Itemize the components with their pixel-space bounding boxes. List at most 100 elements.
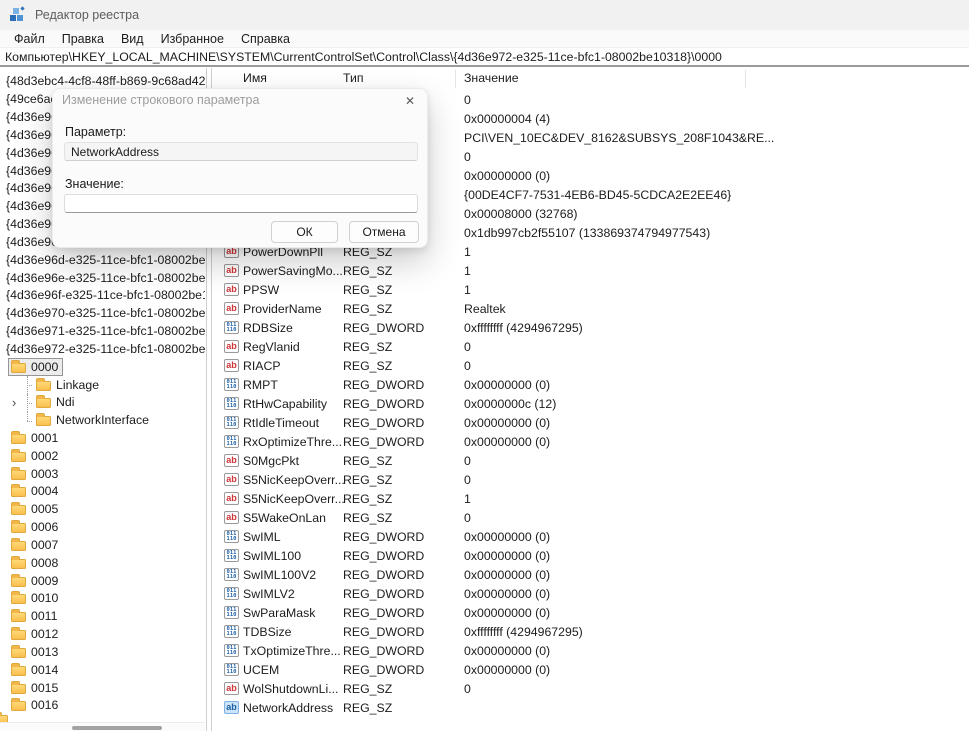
value-data: 0x00000004 (4) [464,110,550,129]
registry-value-row[interactable]: PPSWREG_SZ1 [212,281,969,300]
reg-dword-icon [224,530,239,543]
registry-value-row[interactable]: S0MgcPktREG_SZ0 [212,452,969,471]
tree-item-4d36e96ee32511[interactable]: {4d36e96e-e325-11ce-bfc1-08002be1 [0,269,205,287]
tree-item-0002[interactable]: 0002 [0,447,205,465]
tree-item-label: {4d36e971-e325-11ce-bfc1-08002be1 [6,324,205,338]
menu-item-1[interactable]: Правка [62,32,104,46]
menu-item-0[interactable]: Файл [14,32,45,46]
tree-item-4d36e96de32511[interactable]: {4d36e96d-e325-11ce-bfc1-08002be1 [0,251,205,269]
tree-horizontal-scrollbar[interactable] [0,722,205,731]
close-icon[interactable] [401,92,419,110]
tree-item-inner: 0006 [8,519,63,537]
value-data: 0 [464,471,471,490]
column-header-value[interactable]: Значение [464,71,519,85]
value-data: 0 [464,357,471,376]
tree-item-label: NetworkInterface [56,413,149,427]
registry-value-row[interactable]: PowerSavingMo...REG_SZ1 [212,262,969,281]
tree-item-Linkage[interactable]: Linkage [0,376,205,394]
registry-value-row[interactable]: S5WakeOnLanREG_SZ0 [212,509,969,528]
value-type: REG_SZ [343,490,392,509]
tree-item-0007[interactable]: 0007 [0,537,205,555]
value-name: UCEM [243,661,279,680]
tree-item-0008[interactable]: 0008 [0,554,205,572]
tree-item-label: 0009 [31,574,58,588]
registry-editor-icon [9,7,25,23]
registry-value-row[interactable]: SwParaMaskREG_DWORD0x00000000 (0) [212,604,969,623]
tree-item-4d36e970e32511[interactable]: {4d36e970-e325-11ce-bfc1-08002be1 [0,305,205,323]
registry-value-row[interactable]: RMPTREG_DWORD0x00000000 (0) [212,376,969,395]
folder-icon [36,416,51,426]
registry-value-row[interactable]: RtHwCapabilityREG_DWORD0x0000000c (12) [212,395,969,414]
registry-value-row[interactable]: S5NicKeepOverr...REG_SZ0 [212,471,969,490]
registry-value-row[interactable]: WolShutdownLi...REG_SZ0 [212,680,969,699]
value-type: REG_SZ [343,680,392,699]
address-bar[interactable]: Компьютер\HKEY_LOCAL_MACHINE\SYSTEM\Curr… [0,49,969,65]
tree-item-0004[interactable]: 0004 [0,483,205,501]
column-separator[interactable] [745,70,746,88]
registry-value-row[interactable]: RtIdleTimeoutREG_DWORD0x00000000 (0) [212,414,969,433]
column-header-name[interactable]: Имя [243,71,267,85]
reg-dword-icon [224,435,239,448]
registry-value-row[interactable]: SwIMLV2REG_DWORD0x00000000 (0) [212,585,969,604]
registry-value-row[interactable]: SwIML100V2REG_DWORD0x00000000 (0) [212,566,969,585]
tree-item-4d36e96fe32511[interactable]: {4d36e96f-e325-11ce-bfc1-08002be10 [0,287,205,305]
tree-item-label: {4d36e96d-e325-11ce-bfc1-08002be1 [6,253,205,267]
registry-value-row[interactable]: S5NicKeepOverr...REG_SZ1 [212,490,969,509]
horizontal-scrollbar-thumb[interactable] [72,726,162,730]
tree-item-0011[interactable]: 0011 [0,608,205,626]
value-data: 1 [464,262,471,281]
ok-button[interactable]: ОК [271,221,338,243]
chevron-right-icon[interactable]: › [12,394,16,412]
tree-item-0016[interactable]: 0016 [0,697,205,715]
tree-item-0005[interactable]: 0005 [0,501,205,519]
folder-icon [11,523,26,533]
registry-value-row[interactable]: RegVlanidREG_SZ0 [212,338,969,357]
registry-value-row[interactable]: RxOptimizeThre...REG_DWORD0x00000000 (0) [212,433,969,452]
tree-item-label: 0006 [31,520,58,534]
registry-value-row[interactable]: SwIML100REG_DWORD0x00000000 (0) [212,547,969,566]
tree-item-0013[interactable]: 0013 [0,644,205,662]
column-separator[interactable] [455,70,456,88]
tree-item-Ndi[interactable]: ›Ndi [0,394,205,412]
tree-item-inner: 0008 [8,554,63,572]
menu-item-4[interactable]: Справка [241,32,290,46]
tree-item-4d36e971e32511[interactable]: {4d36e971-e325-11ce-bfc1-08002be1 [0,323,205,341]
registry-value-row[interactable]: TDBSizeREG_DWORD0xffffffff (4294967295) [212,623,969,642]
tree-item-0010[interactable]: 0010 [0,590,205,608]
tree-item-NetworkInterfa[interactable]: NetworkInterface [0,412,205,430]
registry-value-row[interactable]: NetworkAddressREG_SZ [212,699,969,718]
tree-item-4d36e972e32511[interactable]: {4d36e972-e325-11ce-bfc1-08002be1 [0,340,205,358]
value-data: 0x00000000 (0) [464,642,550,661]
cancel-button[interactable]: Отмена [349,221,419,243]
tree-item-0014[interactable]: 0014 [0,661,205,679]
tree-item-0003[interactable]: 0003 [0,465,205,483]
param-name-field[interactable] [64,142,418,161]
registry-value-row[interactable]: UCEMREG_DWORD0x00000000 (0) [212,661,969,680]
tree-item-0000[interactable]: 0000 [0,358,205,376]
value-name: PowerSavingMo... [243,262,343,281]
tree-item-label: 0003 [31,467,58,481]
tree-item-0001[interactable]: 0001 [0,430,205,448]
value-type: REG_SZ [343,300,392,319]
tree-item-0012[interactable]: 0012 [0,626,205,644]
value-name: TxOptimizeThre... [243,642,341,661]
tree-item-0009[interactable]: 0009 [0,572,205,590]
tree-item-label: 0004 [31,484,58,498]
tree-item-0015[interactable]: 0015 [0,679,205,697]
registry-value-row[interactable]: RDBSizeREG_DWORD0xffffffff (4294967295) [212,319,969,338]
tree-item-0006[interactable]: 0006 [0,519,205,537]
registry-value-row[interactable]: TxOptimizeThre...REG_DWORD0x00000000 (0) [212,642,969,661]
registry-value-row[interactable]: RIACPREG_SZ0 [212,357,969,376]
reg-dword-icon [224,644,239,657]
value-input-field[interactable] [64,194,418,213]
value-name: RDBSize [243,319,293,338]
column-header-type[interactable]: Тип [343,71,364,85]
tree-item-label: 0011 [31,609,57,623]
menu-item-2[interactable]: Вид [121,32,144,46]
menu-item-3[interactable]: Избранное [161,32,224,46]
registry-value-row[interactable]: SwIMLREG_DWORD0x00000000 (0) [212,528,969,547]
value-type: REG_SZ [343,471,392,490]
value-name: SwIMLV2 [243,585,295,604]
value-name: RxOptimizeThre... [243,433,342,452]
registry-value-row[interactable]: ProviderNameREG_SZRealtek [212,300,969,319]
